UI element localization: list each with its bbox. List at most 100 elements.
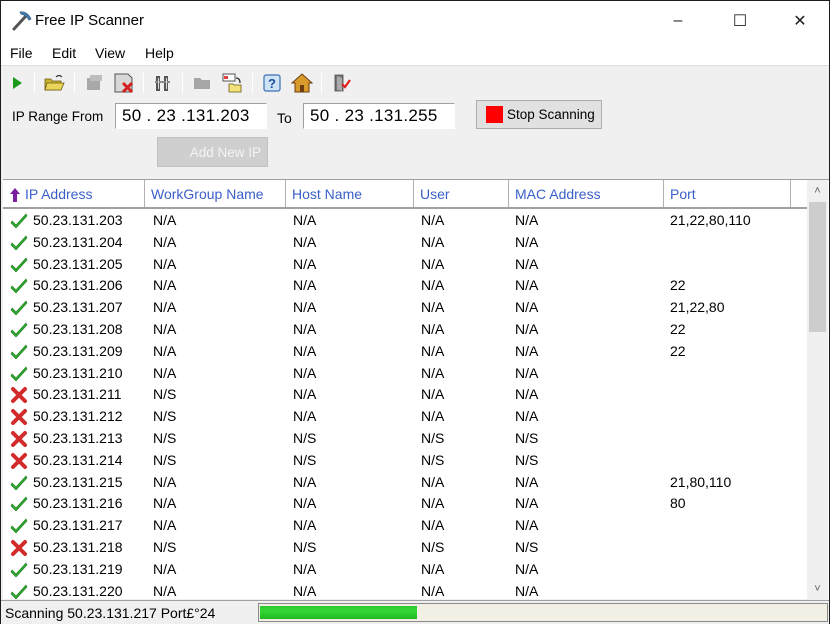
cell-mac-address: N/A — [515, 582, 539, 599]
table-row[interactable]: 50.23.131.208 N/A N/A N/A N/A 22 — [3, 319, 807, 341]
help-button[interactable]: ? — [261, 72, 283, 94]
table-row[interactable]: 50.23.131.215 N/A N/A N/A N/A 21,80,110 — [3, 472, 807, 494]
checkmark-icon — [10, 277, 28, 294]
svg-text:?: ? — [268, 76, 276, 91]
cell-host-name: N/A — [293, 364, 317, 381]
cell-ip-address: 50.23.131.213 — [33, 429, 123, 446]
column-header-mac-address[interactable]: MAC Address — [509, 180, 664, 207]
close-button[interactable]: ✕ — [777, 1, 823, 41]
toolbar-separator — [34, 73, 35, 93]
cell-port: 80 — [670, 495, 686, 512]
cell-mac-address: N/A — [515, 299, 539, 316]
table-row[interactable]: 50.23.131.210 N/A N/A N/A N/A — [3, 363, 807, 385]
checkmark-icon — [10, 517, 28, 534]
cell-workgroup-name: N/A — [153, 233, 177, 250]
ip-range-to-input[interactable]: 50 . 23 .131.255 — [303, 103, 455, 129]
cell-ip-address: 50.23.131.206 — [33, 277, 123, 294]
cell-host-name: N/A — [293, 408, 317, 425]
table-row[interactable]: 50.23.131.204 N/A N/A N/A N/A — [3, 232, 807, 254]
cell-ip-address: 50.23.131.215 — [33, 473, 123, 490]
cell-user: N/S — [421, 538, 445, 555]
clear-list-button[interactable] — [113, 72, 135, 94]
menu-file[interactable]: File — [10, 45, 33, 61]
table-row[interactable]: 50.23.131.205 N/A N/A N/A N/A — [3, 254, 807, 276]
table-row[interactable]: 50.23.131.209 N/A N/A N/A N/A 22 — [3, 341, 807, 363]
cell-user: N/A — [421, 299, 445, 316]
cell-mac-address: N/A — [515, 560, 539, 577]
table-row[interactable]: 50.23.131.206 N/A N/A N/A N/A 22 — [3, 275, 807, 297]
cell-ip-address: 50.23.131.203 — [33, 212, 123, 228]
start-scan-button[interactable] — [6, 72, 28, 94]
cell-workgroup-name: N/A — [153, 473, 177, 490]
column-header-workgroup-name[interactable]: WorkGroup Name — [145, 180, 286, 207]
cell-workgroup-name: N/S — [153, 451, 177, 468]
cell-host-name: N/A — [293, 233, 317, 250]
add-new-ip-label: Add New IP — [189, 144, 261, 160]
cell-workgroup-name: N/S — [153, 386, 177, 403]
table-row[interactable]: 50.23.131.216 N/A N/A N/A N/A 80 — [3, 493, 807, 515]
network-button[interactable] — [152, 72, 174, 94]
menu-edit[interactable]: Edit — [52, 45, 76, 61]
stop-scanning-label: Stop Scanning — [507, 107, 595, 122]
open-folder-icon — [44, 74, 65, 91]
cell-host-name: N/A — [293, 320, 317, 337]
add-new-ip-button[interactable]: Add New IP — [157, 137, 268, 167]
table-row[interactable]: 50.23.131.212 N/S N/A N/A N/A — [3, 406, 807, 428]
cell-host-name: N/A — [293, 517, 317, 534]
cell-user: N/A — [421, 495, 445, 512]
column-header-port[interactable]: Port — [664, 180, 791, 207]
open-button[interactable] — [43, 72, 65, 94]
toolbar-separator — [74, 73, 75, 93]
scroll-thumb[interactable] — [809, 202, 826, 332]
cell-user: N/A — [421, 582, 445, 599]
checkmark-icon — [10, 583, 28, 600]
menu-help[interactable]: Help — [145, 45, 174, 61]
cell-mac-address: N/A — [515, 473, 539, 490]
table-row[interactable]: 50.23.131.218 N/S N/S N/S N/S — [3, 537, 807, 559]
cell-ip-address: 50.23.131.214 — [33, 451, 123, 468]
scroll-up-button[interactable]: ˄ — [807, 180, 828, 201]
clear-list-icon — [114, 73, 134, 94]
minimize-button[interactable]: – — [655, 1, 701, 41]
export-button[interactable] — [221, 72, 243, 94]
chevron-down-icon: ˅ — [814, 582, 821, 595]
scroll-down-button[interactable]: ˅ — [807, 578, 828, 599]
save-list-button[interactable] — [83, 72, 105, 94]
table-row[interactable]: 50.23.131.213 N/S N/S N/S N/S — [3, 428, 807, 450]
vertical-scrollbar[interactable]: ˄ ˅ — [807, 180, 828, 599]
table-row[interactable]: 50.23.131.214 N/S N/S N/S N/S — [3, 450, 807, 472]
folder-button[interactable] — [191, 72, 213, 94]
cell-host-name: N/A — [293, 473, 317, 490]
cell-mac-address: N/S — [515, 538, 539, 555]
cell-ip-address: 50.23.131.212 — [33, 408, 123, 425]
home-icon — [291, 73, 313, 93]
stop-scanning-button[interactable]: Stop Scanning — [476, 100, 602, 129]
save-list-icon — [87, 75, 102, 90]
table-row[interactable]: 50.23.131.219 N/A N/A N/A N/A — [3, 559, 807, 581]
column-header-host-name[interactable]: Host Name — [286, 180, 414, 207]
table-row[interactable]: 50.23.131.217 N/A N/A N/A N/A — [3, 515, 807, 537]
checkmark-icon — [10, 561, 28, 578]
cell-port: 21,80,110 — [670, 473, 732, 490]
cell-host-name: N/A — [293, 560, 317, 577]
network-icon — [155, 76, 170, 91]
exit-button[interactable] — [330, 72, 352, 94]
cell-user: N/A — [421, 277, 445, 294]
window-title: Free IP Scanner — [35, 12, 144, 29]
ip-range-from-input[interactable]: 50 . 23 .131.203 — [115, 103, 267, 129]
home-button[interactable] — [291, 72, 313, 94]
cell-user: N/A — [421, 212, 445, 228]
cell-mac-address: N/A — [515, 212, 539, 228]
table-row[interactable]: 50.23.131.207 N/A N/A N/A N/A 21,22,80 — [3, 297, 807, 319]
cell-port: 21,22,80 — [670, 299, 725, 316]
column-header-user[interactable]: User — [414, 180, 509, 207]
column-header-ip-address[interactable]: IP Address — [3, 180, 145, 207]
maximize-button[interactable]: ☐ — [717, 1, 763, 41]
toolbar-separator — [321, 73, 322, 93]
pickaxe-icon — [11, 9, 33, 31]
menu-bar: File Edit View Help — [1, 41, 829, 66]
cell-user: N/A — [421, 342, 445, 359]
table-row[interactable]: 50.23.131.203 N/A N/A N/A N/A 21,22,80,110 — [3, 210, 807, 232]
table-row[interactable]: 50.23.131.211 N/S N/A N/A N/A — [3, 384, 807, 406]
menu-view[interactable]: View — [95, 45, 125, 61]
